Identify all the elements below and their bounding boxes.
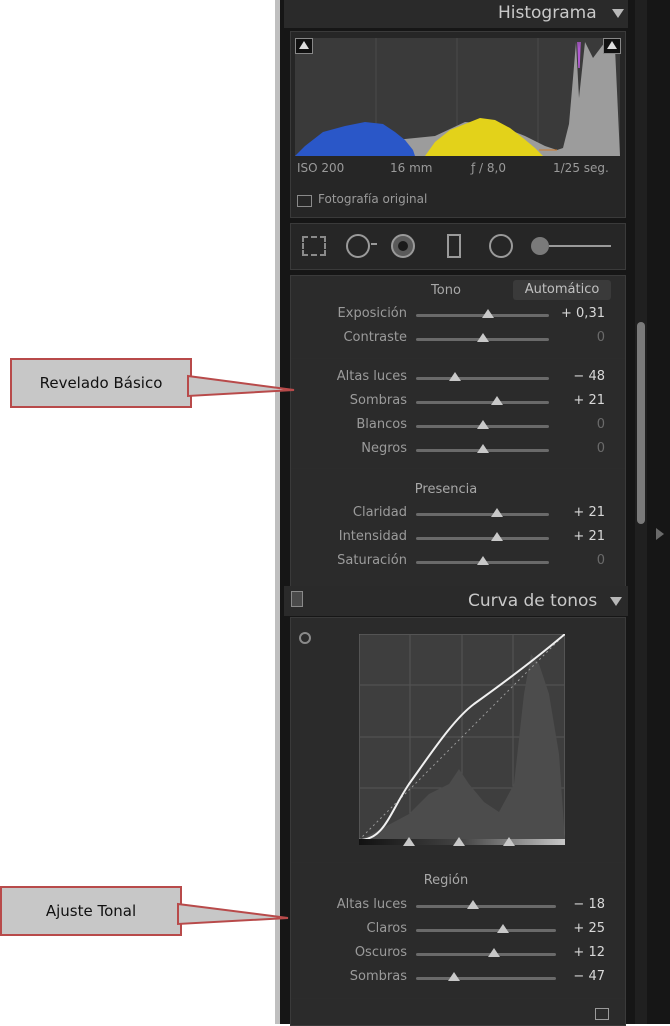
callout-pointers	[177, 374, 295, 926]
ajuste-pointer	[177, 902, 289, 926]
revelado-pointer	[187, 374, 295, 398]
